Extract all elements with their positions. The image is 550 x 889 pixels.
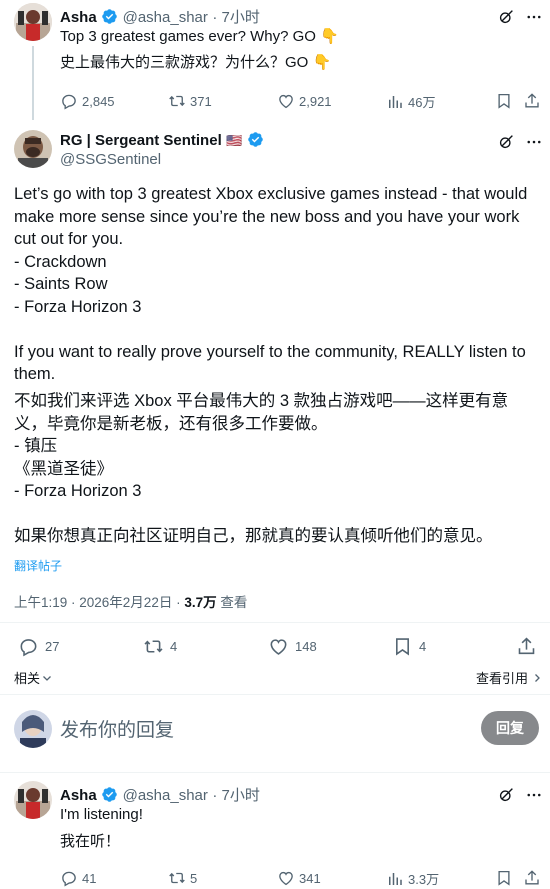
- view-count: 3.7万: [184, 595, 217, 610]
- tweet-paragraph-1: Let’s go with top 3 greatest Xbox exclus…: [14, 185, 528, 248]
- avatar-current-user[interactable]: [14, 710, 52, 748]
- tweet-paragraph-2-zh: 如果你想真正向社区证明自己，那就真的要认真倾听他们的意见。: [14, 527, 493, 545]
- like-action[interactable]: 341: [277, 869, 321, 887]
- tweet-text-en: Top 3 greatest games ever? Why? GO: [60, 28, 316, 45]
- repost-action[interactable]: 4: [143, 636, 177, 657]
- bookmark-icon[interactable]: [495, 869, 513, 889]
- bookmark-icon[interactable]: [495, 92, 513, 115]
- more-options-icon[interactable]: [525, 8, 543, 31]
- point-down-emoji: 👇: [320, 28, 339, 45]
- list-item: - Forza Horizon 3: [14, 482, 142, 500]
- point-down-emoji: 👇: [312, 54, 332, 71]
- repost-icon: [143, 636, 164, 657]
- bookmark-icon: [392, 636, 413, 657]
- post-time[interactable]: · 7小时: [212, 787, 260, 804]
- share-action[interactable]: [516, 636, 537, 657]
- like-count: 341: [299, 870, 321, 886]
- reply-icon: [60, 92, 78, 110]
- us-flag: 🇺🇸: [226, 133, 243, 148]
- list-item: - Forza Horizon 3: [14, 297, 142, 316]
- chevron-down-icon: [43, 675, 51, 681]
- post-timestamp[interactable]: 上午1:19 · 2026年2月22日 ·: [14, 595, 184, 610]
- share-icon[interactable]: [523, 92, 541, 115]
- tweet-text-zh: 我在听！: [60, 833, 121, 850]
- repost-icon: [168, 92, 186, 110]
- author-handle[interactable]: @asha_shar: [123, 9, 208, 26]
- views-icon: [386, 870, 404, 888]
- like-count: 2,921: [299, 93, 332, 109]
- views-count: 3.3万: [408, 872, 440, 887]
- repost-action[interactable]: 5: [168, 869, 197, 887]
- thread-line: [32, 46, 34, 120]
- reply-action[interactable]: 2,845: [60, 92, 115, 110]
- repost-count: 371: [190, 93, 212, 109]
- list-item: - 镇压: [14, 437, 58, 455]
- view-quotes-link[interactable]: 查看引用: [476, 668, 542, 687]
- like-action[interactable]: 2,921: [277, 92, 332, 110]
- views-action[interactable]: 46万: [386, 92, 435, 111]
- views-action[interactable]: 3.3万: [386, 869, 439, 888]
- author-name[interactable]: Asha: [60, 787, 97, 804]
- reply-button[interactable]: 回复: [481, 711, 539, 745]
- author-name[interactable]: RG | Sergeant Sentinel: [60, 132, 222, 149]
- view-quotes-label: 查看引用: [476, 671, 529, 686]
- avatar-asha[interactable]: [14, 3, 52, 41]
- repost-count: 4: [170, 639, 178, 654]
- repost-icon: [168, 869, 186, 887]
- heart-icon: [277, 92, 295, 110]
- view-label: 查看: [216, 595, 248, 610]
- like-count: 148: [295, 639, 317, 654]
- tweet-text-zh: 史上最伟大的三款游戏？为什么？GO: [60, 54, 309, 71]
- like-action[interactable]: 148: [268, 636, 317, 657]
- heart-icon: [268, 636, 289, 657]
- repost-count: 5: [190, 870, 198, 886]
- reply-icon: [18, 636, 39, 657]
- reply-action[interactable]: 27: [18, 636, 59, 657]
- author-handle[interactable]: @SSGSentinel: [60, 151, 161, 168]
- grok-icon[interactable]: [497, 8, 515, 31]
- more-options-icon[interactable]: [525, 786, 543, 809]
- verified-badge-icon: [101, 786, 118, 803]
- list-item: - Saints Row: [14, 275, 108, 293]
- reply-action[interactable]: 41: [60, 869, 96, 887]
- translate-post-link[interactable]: 翻译帖子: [14, 557, 62, 574]
- author-name[interactable]: Asha: [60, 9, 97, 26]
- tweet-paragraph-2: If you want to really prove yourself to …: [14, 342, 526, 384]
- bookmark-count: 4: [419, 639, 427, 654]
- tweet-paragraph-1-zh: 不如我们来评选 Xbox 平台最伟大的 3 款独占游戏吧——这样更有意义，毕竟你…: [14, 392, 509, 433]
- reply-icon: [60, 869, 78, 887]
- post-time[interactable]: · 7小时: [212, 9, 260, 26]
- grok-icon[interactable]: [497, 133, 515, 156]
- author-handle[interactable]: @asha_shar: [123, 787, 208, 804]
- related-dropdown[interactable]: 相关: [14, 668, 52, 687]
- tweet-text-en: I'm listening!: [60, 806, 143, 823]
- reply-count: 27: [45, 639, 60, 654]
- grok-icon[interactable]: [497, 786, 515, 809]
- reply-count: 41: [82, 870, 97, 886]
- reply-count: 2,845: [82, 93, 115, 109]
- bookmark-action[interactable]: 4: [392, 636, 426, 657]
- chevron-right-icon: [535, 673, 540, 682]
- views-count: 46万: [408, 95, 436, 110]
- avatar-sergeant-sentinel[interactable]: [14, 130, 52, 168]
- related-label: 相关: [14, 671, 41, 686]
- verified-badge-icon: [247, 131, 264, 148]
- list-item: - Crackdown: [14, 252, 107, 271]
- list-item: 《黑道圣徒》: [14, 459, 113, 478]
- heart-icon: [277, 869, 295, 887]
- views-icon: [386, 93, 404, 111]
- verified-badge-icon: [101, 8, 118, 25]
- reply-input[interactable]: 发布你的回复: [60, 715, 174, 742]
- avatar-asha[interactable]: [14, 781, 52, 819]
- more-options-icon[interactable]: [525, 133, 543, 156]
- repost-action[interactable]: 371: [168, 92, 212, 110]
- share-icon[interactable]: [523, 869, 541, 889]
- share-icon: [516, 636, 537, 657]
